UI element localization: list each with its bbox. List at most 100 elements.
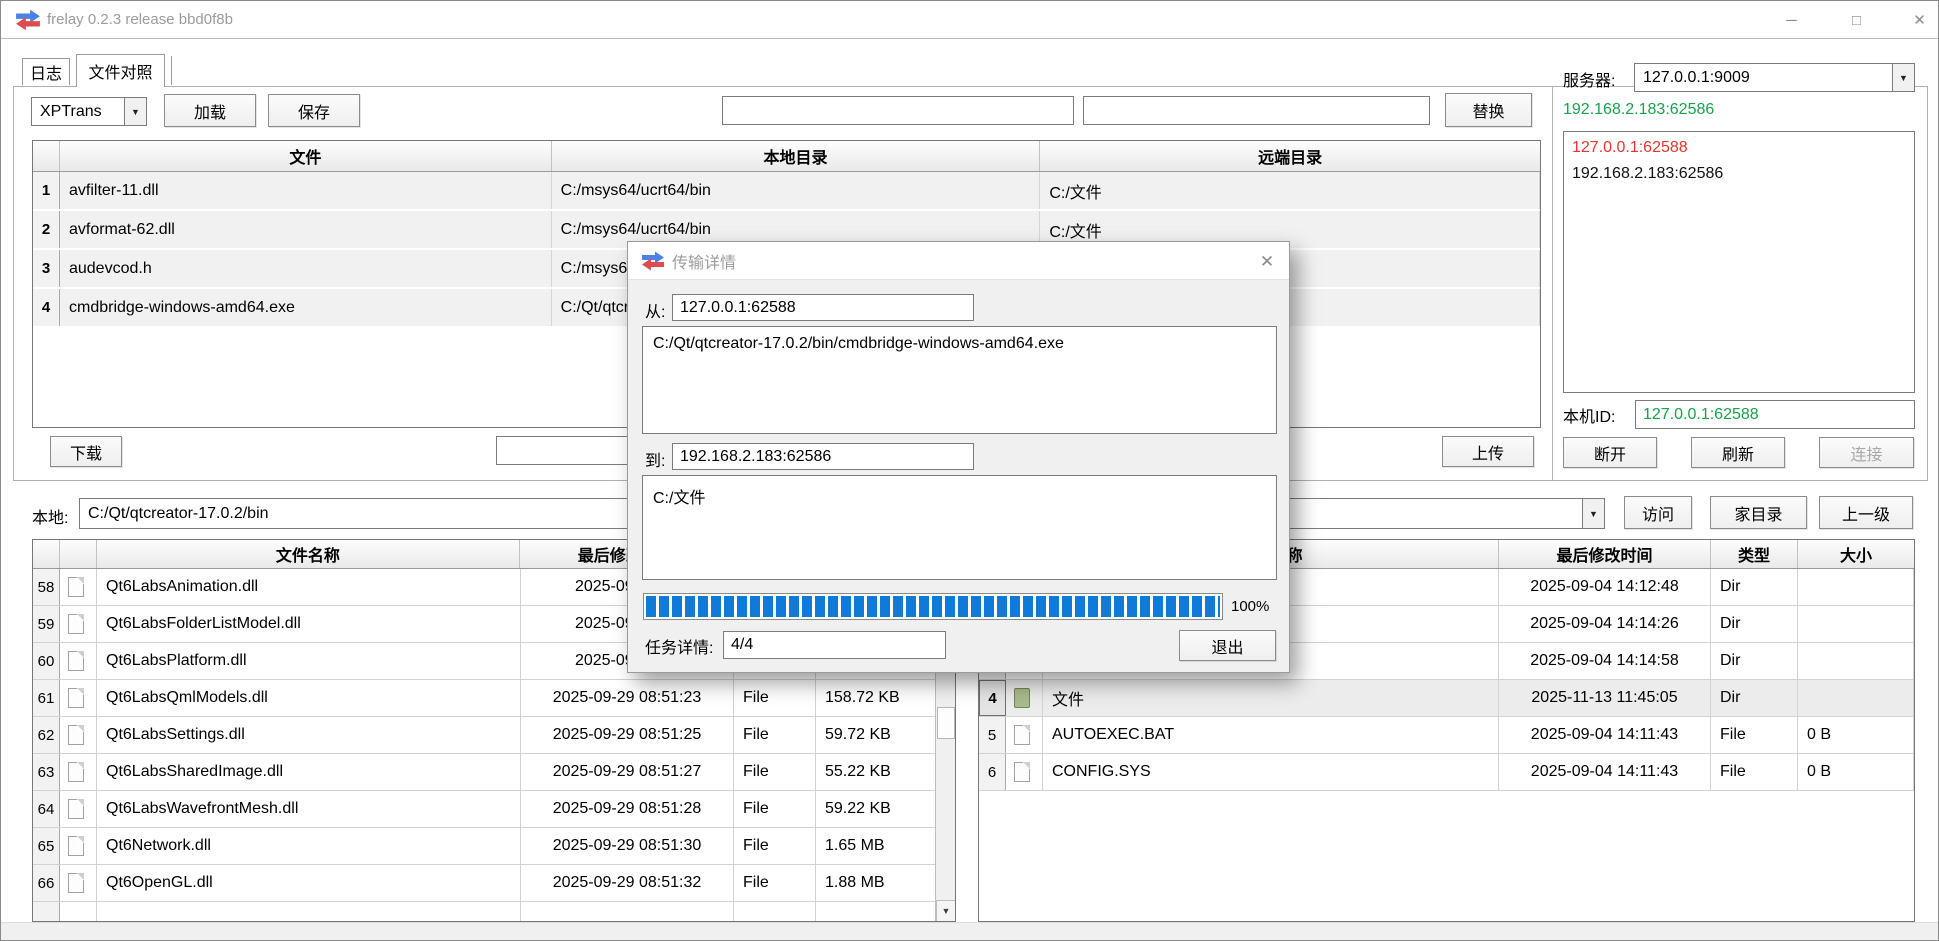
list-item[interactable]: 192.168.2.183:62586 xyxy=(1564,161,1914,187)
title-bar: frelay 0.2.3 release bbd0f8b xyxy=(1,1,1938,39)
profile-select-value: XPTrans xyxy=(32,98,124,125)
download-button[interactable]: 下载 xyxy=(50,436,122,467)
dest-path-textarea[interactable]: C:/文件 xyxy=(642,475,1277,580)
table-row[interactable]: 5 AUTOEXEC.BAT 2025-09-04 14:11:43 File … xyxy=(979,717,1914,754)
progress-percent: 100% xyxy=(1231,598,1269,615)
size-cell xyxy=(1798,606,1914,642)
replace-input[interactable] xyxy=(1083,96,1430,125)
queue-input[interactable] xyxy=(496,436,633,465)
icon-cell xyxy=(60,606,97,642)
from-label: 从: xyxy=(645,298,665,322)
header-file[interactable]: 文件 xyxy=(60,141,552,171)
maximize-button[interactable]: □ xyxy=(1834,1,1879,39)
table-row[interactable]: 64 Qt6LabsWavefrontMesh.dll 2025-09-29 0… xyxy=(33,791,955,828)
to-field[interactable]: 192.168.2.183:62586 xyxy=(672,443,974,470)
scrollbar-thumb[interactable] xyxy=(937,707,955,739)
connect-button[interactable]: 连接 xyxy=(1819,437,1914,468)
type-cell: Dir xyxy=(1711,680,1798,716)
window-title: frelay 0.2.3 release bbd0f8b xyxy=(47,11,233,28)
exit-button[interactable]: 退出 xyxy=(1179,630,1276,661)
row-number: 62 xyxy=(33,717,60,753)
table-row[interactable]: 62 Qt6LabsSettings.dll 2025-09-29 08:51:… xyxy=(33,717,955,754)
server-label: 服务器: xyxy=(1563,67,1615,91)
replace-button[interactable]: 替换 xyxy=(1445,93,1532,127)
list-item[interactable]: 127.0.0.1:62588 xyxy=(1564,135,1914,161)
app-window: frelay 0.2.3 release bbd0f8b ─ □ ✕ 日志 文件… xyxy=(0,0,1939,941)
type-cell: File xyxy=(1711,717,1798,753)
modified-cell: 2025-09-29 08:51:32 xyxy=(521,865,734,901)
table-row[interactable]: 4 文件 2025-11-13 11:45:05 Dir xyxy=(979,680,1914,717)
file-cell: audevcod.h xyxy=(60,250,552,287)
header-local-dir[interactable]: 本地目录 xyxy=(552,141,1041,171)
source-path-textarea[interactable]: C:/Qt/qtcreator-17.0.2/bin/cmdbridge-win… xyxy=(642,326,1277,434)
minimize-button[interactable]: ─ xyxy=(1769,1,1814,39)
table-row-partial xyxy=(33,902,955,922)
app-icon xyxy=(641,251,665,271)
from-field[interactable]: 127.0.0.1:62588 xyxy=(672,294,974,321)
local-path-label: 本地: xyxy=(32,504,68,528)
icon-cell xyxy=(60,865,97,901)
icon-cell xyxy=(60,569,97,605)
icon-cell xyxy=(60,828,97,864)
tab-file-compare[interactable]: 文件对照 xyxy=(76,54,165,87)
header-remote-dir[interactable]: 远端目录 xyxy=(1040,141,1540,171)
app-icon xyxy=(15,9,41,31)
row-number: 1 xyxy=(33,172,60,209)
close-button[interactable]: ✕ xyxy=(1899,1,1939,39)
header-file-name[interactable]: 文件名称 xyxy=(97,540,520,568)
size-cell: 59.72 KB xyxy=(816,717,936,753)
row-number: 59 xyxy=(33,606,60,642)
local-id-field[interactable]: 127.0.0.1:62588 xyxy=(1635,400,1915,429)
modified-cell: 2025-09-04 14:12:48 xyxy=(1499,569,1711,605)
dialog-close-icon[interactable]: ✕ xyxy=(1251,249,1283,274)
header-type[interactable]: 类型 xyxy=(1711,540,1798,568)
save-button[interactable]: 保存 xyxy=(268,94,360,127)
modified-cell: 2025-09-29 08:51:25 xyxy=(521,717,734,753)
file-name-cell: Qt6LabsWavefrontMesh.dll xyxy=(97,791,521,827)
table-row[interactable]: 61 Qt6LabsQmlModels.dll 2025-09-29 08:51… xyxy=(33,680,955,717)
file-name-cell: Qt6LabsAnimation.dll xyxy=(97,569,521,605)
upload-button[interactable]: 上传 xyxy=(1442,436,1534,467)
visit-button[interactable]: 访问 xyxy=(1624,496,1692,529)
up-level-button[interactable]: 上一级 xyxy=(1819,496,1913,529)
profile-select[interactable]: XPTrans ▼ xyxy=(31,97,147,126)
scroll-down-button[interactable]: ▼ xyxy=(936,900,956,922)
type-cell: File xyxy=(1711,754,1798,790)
size-cell xyxy=(1798,680,1914,716)
type-cell: File xyxy=(734,754,816,790)
find-input[interactable] xyxy=(722,96,1074,125)
header-modified[interactable]: 最后修改时间 xyxy=(1499,540,1711,568)
tab-log[interactable]: 日志 xyxy=(22,58,70,85)
home-dir-button[interactable]: 家目录 xyxy=(1710,496,1807,529)
row-number: 63 xyxy=(33,754,60,790)
header-size[interactable]: 大小 xyxy=(1798,540,1914,568)
icon-cell xyxy=(1006,717,1043,753)
task-detail-field[interactable]: 4/4 xyxy=(723,631,946,659)
disconnect-button[interactable]: 断开 xyxy=(1563,437,1657,468)
table-row[interactable]: 6 CONFIG.SYS 2025-09-04 14:11:43 File 0 … xyxy=(979,754,1914,791)
panel-divider xyxy=(1552,87,1553,480)
refresh-button[interactable]: 刷新 xyxy=(1691,437,1785,468)
type-cell: File xyxy=(734,791,816,827)
table-row[interactable]: 65 Qt6Network.dll 2025-09-29 08:51:30 Fi… xyxy=(33,828,955,865)
file-name-cell: CONFIG.SYS xyxy=(1043,754,1499,790)
row-number: 66 xyxy=(33,865,60,901)
type-cell: Dir xyxy=(1711,643,1798,679)
to-label: 到: xyxy=(645,447,665,471)
row-number: 4 xyxy=(33,289,60,326)
progress-bar xyxy=(643,593,1223,620)
table-row[interactable]: 1 avfilter-11.dll C:/msys64/ucrt64/bin C… xyxy=(33,172,1540,211)
client-list[interactable]: 127.0.0.1:62588 192.168.2.183:62586 xyxy=(1563,131,1915,393)
server-select[interactable]: 127.0.0.1:9009 ▼ xyxy=(1634,63,1915,92)
size-cell: 1.88 MB xyxy=(816,865,936,901)
modified-cell: 2025-11-13 11:45:05 xyxy=(1499,680,1711,716)
table-row[interactable]: 63 Qt6LabsSharedImage.dll 2025-09-29 08:… xyxy=(33,754,955,791)
icon-cell xyxy=(60,754,97,790)
type-cell: Dir xyxy=(1711,569,1798,605)
table-row[interactable]: 66 Qt6OpenGL.dll 2025-09-29 08:51:32 Fil… xyxy=(33,865,955,902)
modified-cell: 2025-09-29 08:51:23 xyxy=(521,680,734,716)
type-cell: Dir xyxy=(1711,606,1798,642)
file-icon xyxy=(1014,762,1030,782)
type-cell: File xyxy=(734,865,816,901)
load-button[interactable]: 加载 xyxy=(164,94,256,127)
